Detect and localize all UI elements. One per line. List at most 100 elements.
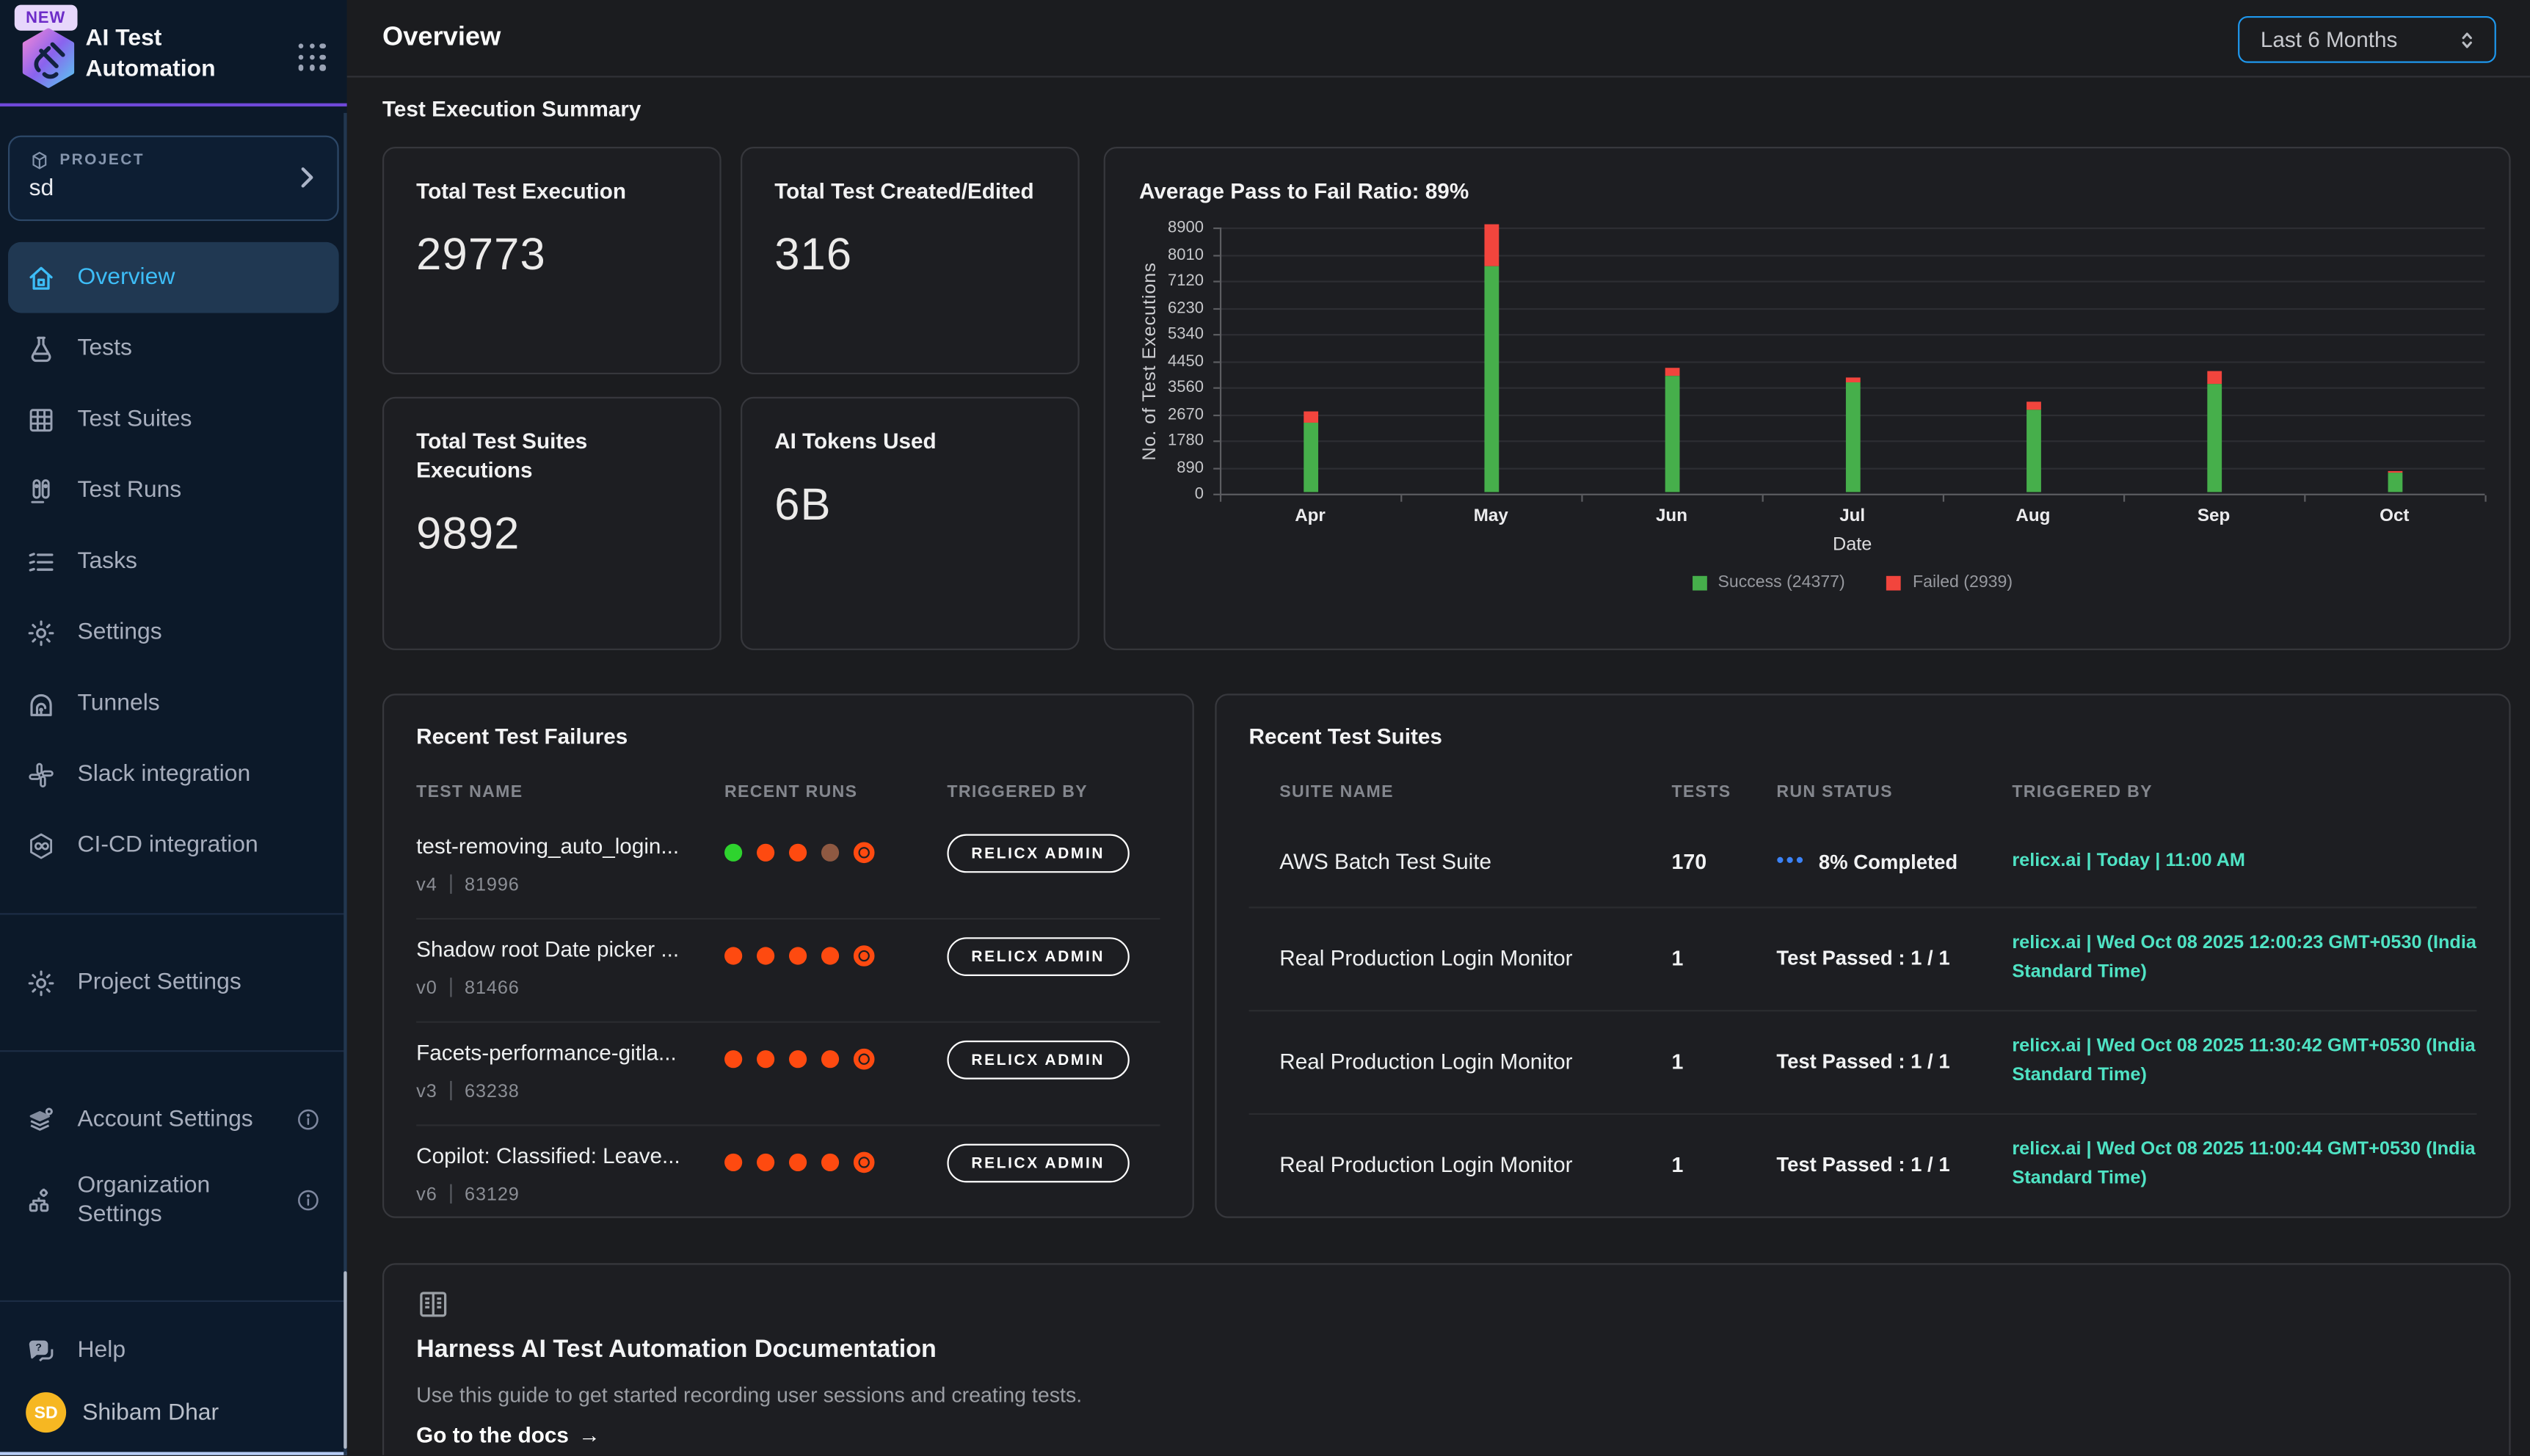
sidebar-item-help[interactable]: ?Help — [8, 1315, 339, 1386]
run-status-dot-red[interactable] — [757, 1154, 774, 1171]
sidebar-item-tunnels[interactable]: Tunnels — [8, 668, 339, 739]
run-status-dot-red[interactable] — [789, 844, 807, 862]
run-status-dot-red[interactable] — [789, 1154, 807, 1171]
legend-item-success[interactable]: Success (24377) — [1692, 572, 1844, 592]
info-icon[interactable] — [295, 1107, 321, 1132]
x-tick-label: Sep — [2165, 506, 2262, 525]
bottom-accent-strip — [0, 1451, 347, 1455]
sidebar-item-settings[interactable]: Settings — [8, 597, 339, 668]
sidebar: NEW AI Test Au — [0, 0, 347, 1455]
x-tick-mark — [2304, 495, 2305, 502]
test-version-id: v363238 — [416, 1081, 520, 1102]
failure-row[interactable]: Copilot: Classified: Leave...v663129RELI… — [384, 1124, 1192, 1218]
sidebar-item-organization-settings[interactable]: Organization Settings — [8, 1155, 339, 1245]
chart-plot-area: No. of Test Executions Date 089017802670… — [1220, 228, 2484, 494]
gear-icon — [26, 617, 57, 648]
sidebar-item-account-settings[interactable]: Account Settings — [8, 1084, 339, 1155]
org-icon — [26, 1185, 57, 1216]
run-status-dot-red[interactable] — [821, 1050, 839, 1068]
project-selector[interactable]: PROJECT sd — [8, 136, 339, 222]
triggered-by-button[interactable]: RELICX ADMIN — [947, 1144, 1129, 1183]
user-menu[interactable]: SD Shibam Dhar — [26, 1392, 219, 1433]
y-tick-label: 6230 — [1142, 299, 1204, 317]
bar-sep — [2206, 371, 2221, 492]
x-tick-mark — [2123, 495, 2125, 502]
test-name: Copilot: Classified: Leave... — [416, 1144, 680, 1168]
y-axis-line — [1220, 228, 1221, 495]
run-status-dot-red[interactable] — [789, 1050, 807, 1068]
suite-run-status: Test Passed : 1 / 1 — [1776, 1050, 2005, 1073]
run-status-dot-brown[interactable] — [821, 844, 839, 862]
summary-card-ai-tokens-used: AI Tokens Used6B — [741, 397, 1080, 650]
legend-item-failed[interactable]: Failed (2939) — [1887, 572, 2013, 592]
avatar: SD — [26, 1392, 66, 1433]
suite-row[interactable]: Real Production Login Monitor1Test Passe… — [1217, 1113, 2509, 1217]
sidebar-item-tasks[interactable]: Tasks — [8, 526, 339, 597]
failure-row[interactable]: Shadow root Date picker ...v081466RELICX… — [384, 918, 1192, 1022]
suite-triggered-by: relicx.ai | Today | 11:00 AM — [2012, 846, 2483, 876]
suite-row[interactable]: Real Production Login Monitor1Test Passe… — [1217, 906, 2509, 1010]
bar-success-segment — [2206, 385, 2221, 492]
run-status-dot-green[interactable] — [724, 844, 742, 862]
sidebar-item-label: Help — [78, 1336, 126, 1365]
sidebar-item-test-runs[interactable]: Test Runs — [8, 455, 339, 526]
app-logo-icon — [18, 27, 79, 89]
test-run-id: 81996 — [465, 876, 520, 895]
summary-card-total-test-execution: Total Test Execution29773 — [382, 147, 721, 374]
time-range-select[interactable]: Last 6 Months — [2238, 16, 2496, 63]
triggered-by-button[interactable]: RELICX ADMIN — [947, 937, 1129, 976]
suite-row[interactable]: Real Production Login Monitor1Test Passe… — [1217, 1010, 2509, 1113]
triggered-by-button[interactable]: RELICX ADMIN — [947, 1041, 1129, 1080]
failure-row[interactable]: test-removing_auto_login...v481996RELICX… — [384, 815, 1192, 918]
y-tick-mark — [1213, 414, 1220, 415]
failure-row[interactable]: Facets-performance-gitla...v363238RELICX… — [384, 1022, 1192, 1125]
column-header-run-status: RUN STATUS — [1776, 782, 1893, 801]
cicd-icon — [26, 830, 57, 861]
info-icon[interactable] — [295, 1187, 321, 1213]
select-chevrons-icon — [2456, 28, 2479, 51]
summary-card-value: 9892 — [416, 509, 687, 560]
run-status-text: Test Passed : 1 / 1 — [1776, 1154, 1949, 1176]
y-tick-label: 0 — [1142, 486, 1204, 503]
sidebar-item-project-settings[interactable]: Project Settings — [8, 947, 339, 1018]
run-status-dot-red[interactable] — [821, 1154, 839, 1171]
run-status-text: 8% Completed — [1819, 851, 1958, 873]
sidebar-item-overview[interactable]: Overview — [8, 242, 339, 313]
run-status-dot-red[interactable] — [757, 844, 774, 862]
column-header-triggered-by: TRIGGERED BY — [947, 782, 1088, 801]
run-status-ring-icon[interactable] — [854, 1152, 875, 1173]
run-status-dot-red[interactable] — [757, 947, 774, 964]
run-status-dot-red[interactable] — [724, 1050, 742, 1068]
home-icon — [26, 262, 57, 293]
gridline — [1220, 360, 2484, 362]
run-status-dot-red[interactable] — [724, 947, 742, 964]
run-status-dot-red[interactable] — [757, 1050, 774, 1068]
sidebar-item-ci-cd-integration[interactable]: CI-CD integration — [8, 810, 339, 881]
divider — [450, 1081, 451, 1100]
run-status-dot-red[interactable] — [789, 947, 807, 964]
gridline — [1220, 228, 2484, 229]
x-tick-mark — [1220, 495, 1221, 502]
tunnel-icon — [26, 688, 57, 719]
row-divider — [1249, 1113, 2477, 1115]
run-status-dot-red[interactable] — [821, 947, 839, 964]
column-header-recent-runs: RECENT RUNS — [724, 782, 857, 801]
suite-row[interactable]: AWS Batch Test Suite170•••8% Completedre… — [1217, 815, 2509, 906]
tasks-icon — [26, 546, 57, 577]
suite-name: Real Production Login Monitor — [1279, 1153, 1651, 1177]
recent-run-dots — [724, 1152, 874, 1173]
triggered-by-button[interactable]: RELICX ADMIN — [947, 834, 1129, 873]
sidebar-item-test-suites[interactable]: Test Suites — [8, 384, 339, 455]
run-status-ring-icon[interactable] — [854, 945, 875, 967]
run-status-dot-red[interactable] — [724, 1154, 742, 1171]
run-status-ring-icon[interactable] — [854, 842, 875, 864]
go-to-docs-link[interactable]: Go to the docs→ — [416, 1423, 600, 1447]
sidebar-item-tests[interactable]: Tests — [8, 313, 339, 384]
sidebar-item-slack-integration[interactable]: Slack integration — [8, 739, 339, 810]
run-status-ring-icon[interactable] — [854, 1049, 875, 1070]
sidebar-item-label: Organization Settings — [78, 1171, 258, 1230]
app-switcher-grid-icon[interactable] — [299, 43, 326, 70]
bar-jun — [1665, 368, 1679, 492]
sidebar-item-label: Slack integration — [78, 760, 251, 789]
test-version: v3 — [416, 1082, 437, 1102]
